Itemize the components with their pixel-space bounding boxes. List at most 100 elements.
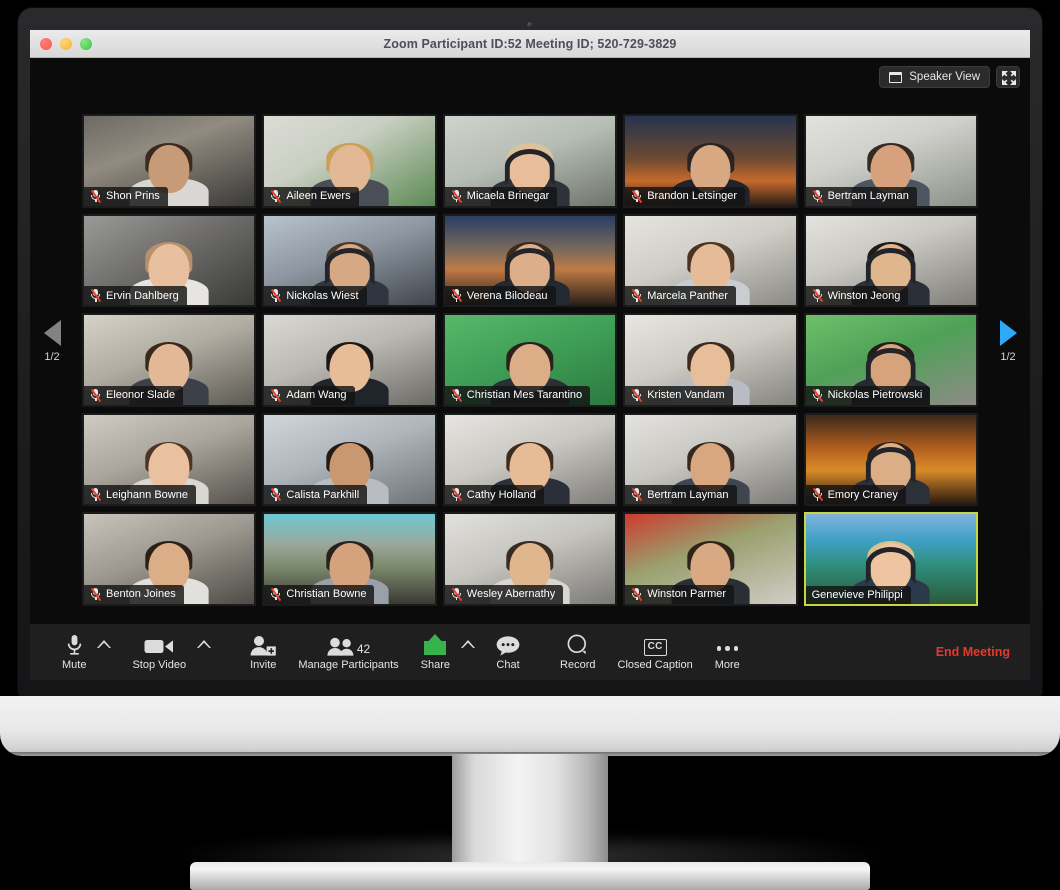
chat-bubble-icon bbox=[496, 635, 520, 656]
participant-tile[interactable]: Bertram Layman bbox=[803, 114, 978, 208]
chat-label: Chat bbox=[496, 658, 520, 671]
participant-tile[interactable]: Verena Bilodeau bbox=[442, 213, 618, 308]
participant-name: Nickolas Wiest bbox=[286, 289, 359, 302]
participant-tile[interactable]: Nickolas Pietrowski bbox=[803, 313, 978, 407]
participant-name-bar: Wesley Abernathy bbox=[444, 584, 564, 604]
cc-icon: CC bbox=[643, 638, 667, 656]
participant-tile[interactable]: Eleonor Slade bbox=[82, 313, 257, 407]
video-camera-icon bbox=[144, 639, 174, 653]
close-button[interactable] bbox=[40, 37, 52, 50]
microphone-icon bbox=[66, 634, 83, 656]
participant-tile[interactable]: Cathy Holland bbox=[442, 412, 618, 507]
record-circle-icon bbox=[566, 634, 590, 656]
participant-name-bar: Cathy Holland bbox=[444, 485, 544, 505]
participant-tile[interactable]: Winston Jeong bbox=[803, 213, 978, 308]
cc-icon: CC bbox=[643, 634, 667, 656]
people-icon bbox=[327, 637, 354, 656]
headphones-icon bbox=[865, 347, 916, 385]
monitor-stand-neck bbox=[452, 754, 608, 866]
headphones-icon bbox=[324, 248, 375, 285]
muted-microphone-icon bbox=[631, 587, 643, 602]
screen-icon bbox=[889, 71, 903, 83]
participant-tile[interactable]: Winston Parmer bbox=[623, 512, 798, 606]
participant-name-bar: Winston Parmer bbox=[625, 584, 735, 604]
stop-video-label: Stop Video bbox=[132, 658, 187, 671]
muted-microphone-icon bbox=[812, 388, 823, 402]
video-camera-icon bbox=[144, 634, 174, 656]
participant-tile[interactable]: Benton Joines bbox=[82, 512, 257, 606]
window-titlebar: Zoom Participant ID:52 Meeting ID; 520-7… bbox=[30, 30, 1030, 58]
stop-video-button[interactable]: Stop Video bbox=[126, 634, 192, 671]
more-button[interactable]: More bbox=[709, 634, 746, 671]
participant-tile[interactable]: Micaela Brinegar bbox=[442, 114, 618, 208]
mute-button[interactable]: Mute bbox=[56, 634, 92, 671]
headphones-icon bbox=[504, 248, 556, 285]
participant-tile[interactable]: Leighann Bowne bbox=[82, 412, 257, 507]
participant-count-badge: 42 bbox=[356, 641, 371, 656]
share-button[interactable]: Share bbox=[415, 633, 456, 671]
person-add-icon bbox=[250, 634, 277, 656]
participant-name-bar: Nickolas Wiest bbox=[264, 286, 367, 306]
participant-name: Calista Parkhill bbox=[286, 488, 360, 501]
participant-name: Brandon Letsinger bbox=[647, 190, 738, 203]
record-button[interactable]: Record bbox=[554, 634, 601, 671]
participant-name-bar: Aileen Ewers bbox=[264, 186, 359, 206]
muted-microphone-icon bbox=[451, 587, 463, 602]
participant-name: Christian Bowne bbox=[286, 588, 367, 601]
minimize-button[interactable] bbox=[60, 37, 72, 50]
participant-name-bar: Brandon Letsinger bbox=[625, 186, 746, 206]
participant-name: Adam Wang bbox=[286, 389, 347, 402]
participant-tile[interactable]: Christian Mes Tarantino bbox=[442, 313, 618, 407]
previous-page-control[interactable]: 1/2 bbox=[30, 58, 74, 624]
muted-microphone-icon bbox=[90, 488, 102, 502]
participant-name: Micaela Brinegar bbox=[466, 190, 550, 203]
participant-tile[interactable]: Nickolas Wiest bbox=[262, 213, 437, 308]
participant-name-bar: Christian Bowne bbox=[264, 584, 375, 604]
participant-tile[interactable]: Marcela Panther bbox=[623, 213, 798, 308]
muted-microphone-icon bbox=[270, 388, 282, 402]
muted-microphone-icon bbox=[451, 289, 463, 303]
participant-tile[interactable]: Bertram Layman bbox=[623, 412, 798, 507]
participant-gallery-grid: Shon Prins Aileen Ewers Micaela Brinegar Br… bbox=[82, 114, 978, 606]
ellipsis-icon bbox=[716, 646, 738, 656]
participant-name-bar: Bertram Layman bbox=[625, 485, 737, 505]
participant-name-bar: Ervin Dahlberg bbox=[84, 286, 187, 306]
participant-tile[interactable]: Adam Wang bbox=[262, 313, 437, 407]
muted-microphone-icon bbox=[812, 488, 823, 502]
speaker-view-label: Speaker View bbox=[909, 71, 980, 83]
participant-tile[interactable]: Shon Prins bbox=[82, 114, 257, 208]
closed-caption-button[interactable]: CC Closed Caption bbox=[612, 634, 699, 671]
participant-tile[interactable]: Emory Craney bbox=[803, 412, 978, 507]
participant-name: Benton Joines bbox=[106, 588, 176, 601]
mute-options-chevron-up-icon[interactable] bbox=[92, 639, 116, 665]
invite-button[interactable]: Invite bbox=[244, 634, 282, 671]
triangle-left-icon bbox=[43, 319, 61, 346]
speaker-view-button[interactable]: Speaker View bbox=[879, 66, 990, 88]
stop-video-options-chevron-up-icon[interactable] bbox=[192, 639, 216, 665]
participant-tile[interactable]: Christian Bowne bbox=[262, 512, 437, 606]
participant-name: Christian Mes Tarantino bbox=[466, 389, 583, 402]
participant-name-bar: Emory Craney bbox=[805, 485, 906, 505]
participant-tile[interactable]: Genevieve Philippi bbox=[803, 512, 978, 606]
manage-participants-label: Manage Participants bbox=[298, 658, 399, 671]
page-indicator-left: 1/2 bbox=[44, 350, 60, 363]
chat-button[interactable]: Chat bbox=[490, 634, 526, 671]
participant-tile[interactable]: Aileen Ewers bbox=[262, 114, 437, 208]
participant-name: Emory Craney bbox=[827, 488, 898, 501]
participant-name: Eleonor Slade bbox=[106, 389, 176, 402]
next-page-control[interactable]: 1/2 bbox=[986, 58, 1030, 624]
participant-tile[interactable]: Kristen Vandam bbox=[623, 313, 798, 407]
participant-tile[interactable]: Brandon Letsinger bbox=[623, 114, 798, 208]
participant-name-bar: Leighann Bowne bbox=[84, 485, 196, 505]
manage-participants-button[interactable]: 42 Manage Participants bbox=[292, 634, 404, 671]
muted-microphone-icon bbox=[90, 289, 102, 303]
end-meeting-button[interactable]: End Meeting bbox=[936, 645, 1016, 659]
webcam-icon bbox=[527, 22, 533, 28]
zoom-button[interactable] bbox=[80, 37, 92, 50]
participant-tile[interactable]: Ervin Dahlberg bbox=[82, 213, 257, 308]
participant-name-bar: Christian Mes Tarantino bbox=[444, 385, 591, 405]
participant-tile[interactable]: Wesley Abernathy bbox=[442, 512, 618, 606]
participant-tile[interactable]: Calista Parkhill bbox=[262, 412, 437, 507]
share-options-chevron-up-icon[interactable] bbox=[456, 639, 480, 665]
participant-name-bar: Eleonor Slade bbox=[84, 385, 184, 405]
